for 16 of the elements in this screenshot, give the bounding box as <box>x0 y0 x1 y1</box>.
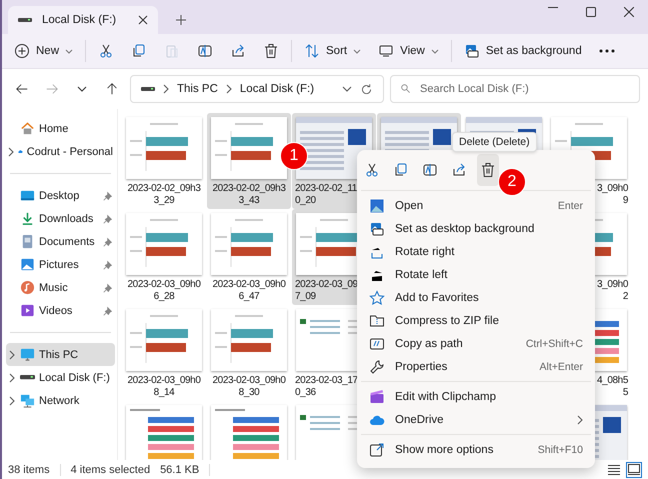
file-name: 2023-02-02_09h3 3_29 <box>128 183 200 207</box>
file-name: 2023-02-03_09h0 6_28 <box>128 279 200 303</box>
file-name: 2023-02-02_09h3 3_43 <box>212 183 286 207</box>
file-name: 3_09h0 9 <box>597 183 628 207</box>
file-name: 2023-02-03_09h0 8_30 <box>212 375 286 399</box>
file-name: 2023-02-03_17 0_36 <box>295 375 358 399</box>
file-name: 2023-02-03_09 7_09 <box>295 279 358 303</box>
file-name: 3_09h0 2 <box>597 279 628 303</box>
status-text: 4 items selected <box>70 464 150 476</box>
file-name: 2023-02-03_09h0 6_47 <box>212 279 286 303</box>
tooltip: Delete (Delete) <box>452 132 537 152</box>
file-name: 4_08h5 5 <box>597 375 628 399</box>
file-name: 2023-02-03_09h0 8_14 <box>128 375 200 399</box>
status-text: 56.1 KB <box>160 464 200 476</box>
status-text: 38 items <box>8 464 50 476</box>
file-name: 2023-02-02_11 0_20 <box>295 183 357 207</box>
